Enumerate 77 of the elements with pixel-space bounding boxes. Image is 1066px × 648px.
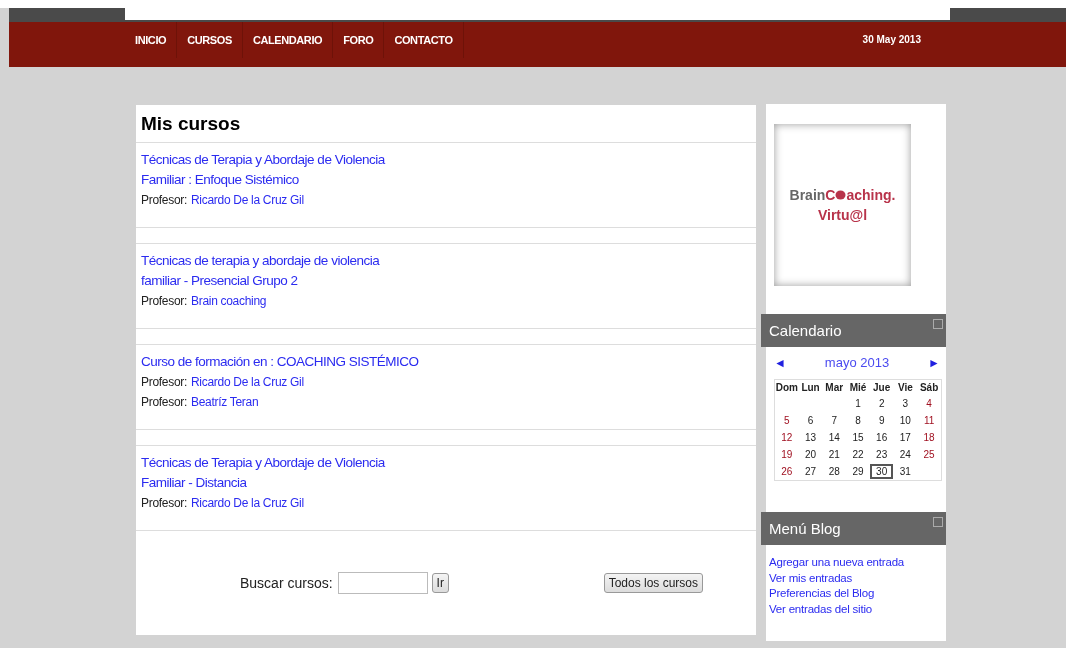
weekday-header: Mar bbox=[824, 381, 845, 395]
teacher-link[interactable]: Ricardo De la Cruz Gil bbox=[191, 372, 304, 392]
search-field[interactable] bbox=[337, 572, 428, 594]
calendar-day[interactable]: 10 bbox=[893, 413, 917, 428]
calendar-day[interactable]: 11 bbox=[917, 413, 941, 428]
calendar-day[interactable]: 5 bbox=[778, 413, 796, 428]
calendar-day[interactable]: 7 bbox=[825, 413, 844, 428]
calendar-day[interactable]: 6 bbox=[801, 413, 820, 428]
date-text: 30 May 2013 bbox=[862, 34, 921, 45]
weekday-header: Vie bbox=[896, 381, 914, 395]
search-label: Buscar cursos: bbox=[240, 575, 333, 591]
teacher-label: Profesor: bbox=[141, 192, 187, 209]
calendar-day[interactable]: 8 bbox=[849, 413, 867, 428]
course-link[interactable]: Técnicas de Terapia y Abordaje de Violencia Familiar - Distancia bbox=[141, 453, 751, 493]
block-title: Menú Blog bbox=[769, 520, 841, 537]
next-month-link[interactable]: ► bbox=[928, 355, 940, 370]
nav-link[interactable]: FORO bbox=[333, 22, 385, 58]
blog-link[interactable]: Ver mis entradas bbox=[769, 570, 946, 586]
calendar-day[interactable]: 4 bbox=[920, 396, 938, 411]
calendar-day[interactable]: 26 bbox=[775, 464, 799, 479]
calendar-day[interactable]: 20 bbox=[799, 447, 823, 462]
block-title: Calendario bbox=[769, 322, 842, 339]
calendar-day[interactable]: 16 bbox=[870, 430, 894, 445]
weekday-header: Sáb bbox=[918, 381, 940, 395]
collapse-icon[interactable] bbox=[933, 319, 943, 329]
go-button[interactable]: Ir bbox=[431, 573, 449, 593]
calendar-day[interactable]: 22 bbox=[846, 447, 870, 462]
course-link[interactable]: Curso de formación en : COACHING SISTÉMICO bbox=[141, 352, 751, 372]
nav-link[interactable]: CONTACTO bbox=[384, 22, 464, 58]
calendar-day[interactable]: 21 bbox=[822, 447, 846, 462]
blog-link[interactable]: Agregar una nueva entrada bbox=[769, 555, 946, 571]
calendar-day[interactable]: 25 bbox=[917, 447, 941, 462]
teacher-label: Profesor: bbox=[141, 495, 187, 512]
collapse-icon[interactable] bbox=[933, 517, 943, 527]
today-day[interactable]: 30 bbox=[870, 464, 894, 479]
teacher-label: Profesor: bbox=[141, 374, 187, 391]
calendar-day[interactable]: 19 bbox=[775, 447, 799, 462]
section-title: Mis cursos bbox=[136, 105, 756, 143]
course-link[interactable]: Técnicas de terapia y abordaje de violencia familiar - Presencial Grupo 2 bbox=[141, 251, 751, 291]
weekday-header: Dom bbox=[775, 381, 799, 395]
prev-month-link[interactable]: ◄ bbox=[774, 355, 786, 370]
all-courses-button[interactable]: Todos los cursos bbox=[603, 573, 703, 593]
calendar-day[interactable]: 3 bbox=[896, 396, 915, 411]
brain-icon bbox=[835, 188, 847, 200]
blog-link[interactable]: Ver entradas del sitio bbox=[769, 601, 946, 617]
teacher-label: Profesor: bbox=[141, 293, 187, 310]
nav-link[interactable]: CALENDARIO bbox=[242, 22, 334, 58]
weekday-header: Mié bbox=[848, 381, 868, 395]
teacher-link[interactable]: Ricardo De la Cruz Gil bbox=[191, 493, 304, 513]
calendar-day[interactable]: 31 bbox=[893, 464, 917, 479]
calendar-day[interactable]: 14 bbox=[822, 430, 846, 445]
calendar-day[interactable]: 9 bbox=[872, 413, 891, 428]
teacher-label: Profesor: bbox=[141, 394, 187, 411]
teacher-link[interactable]: Ricardo De la Cruz Gil bbox=[191, 190, 304, 210]
logo-text: BrainC aching. bbox=[789, 187, 896, 203]
course-link[interactable]: Técnicas de Terapia y Abordaje de Violencia Familiar : Enfoque Sistémico bbox=[141, 150, 751, 190]
blog-link[interactable]: Preferencias del Blog bbox=[769, 586, 946, 602]
nav-link[interactable]: INICIO bbox=[125, 22, 178, 58]
calendar-day[interactable]: 12 bbox=[775, 430, 799, 445]
weekday-header: Lun bbox=[800, 381, 821, 395]
calendar-day[interactable]: 17 bbox=[893, 430, 917, 445]
calendar-day[interactable]: 28 bbox=[822, 464, 846, 479]
calendar-day[interactable]: 23 bbox=[870, 447, 894, 462]
weekday-header: Jue bbox=[872, 381, 892, 395]
calendar-day[interactable]: 18 bbox=[917, 430, 941, 445]
calendar-day[interactable]: 1 bbox=[849, 396, 867, 411]
calendar-day[interactable]: 13 bbox=[799, 430, 823, 445]
calendar-day[interactable]: 24 bbox=[893, 447, 917, 462]
calendar-day[interactable]: 2 bbox=[872, 396, 891, 411]
month-link[interactable]: mayo 2013 bbox=[824, 355, 890, 370]
nav-link[interactable]: CURSOS bbox=[177, 22, 243, 58]
calendar-day[interactable]: 27 bbox=[799, 464, 823, 479]
calendar-day[interactable]: 15 bbox=[846, 430, 870, 445]
logo-text: Virtu@l bbox=[817, 207, 868, 223]
calendar-day[interactable]: 29 bbox=[846, 464, 870, 479]
teacher-link[interactable]: Brain coaching bbox=[191, 291, 267, 311]
teacher-link[interactable]: Beatríz Teran bbox=[191, 392, 259, 412]
